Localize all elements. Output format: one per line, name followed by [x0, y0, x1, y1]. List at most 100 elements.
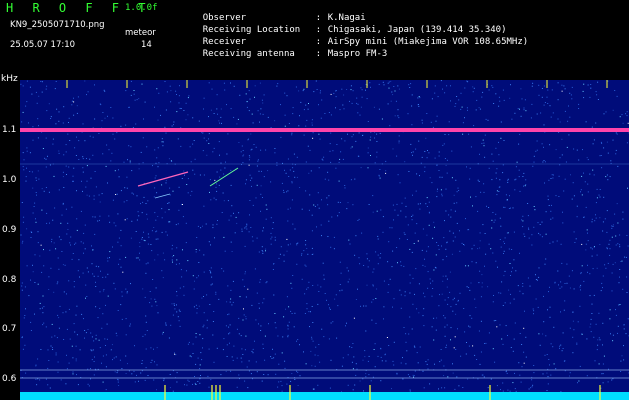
- noise-speck: [87, 383, 89, 385]
- noise-speck: [311, 119, 313, 121]
- noise-speck: [32, 139, 34, 141]
- noise-speck: [245, 183, 246, 185]
- noise-speck: [595, 217, 597, 219]
- noise-speck: [625, 333, 627, 335]
- noise-speck: [589, 173, 591, 175]
- noise-speck: [438, 305, 440, 307]
- noise-speck: [577, 382, 578, 384]
- noise-speck: [296, 176, 298, 178]
- noise-speck: [157, 238, 159, 240]
- noise-speck: [436, 164, 438, 166]
- noise-speck: [238, 317, 240, 319]
- noise-speck: [450, 327, 452, 329]
- noise-speck: [586, 375, 588, 377]
- noise-speck: [367, 152, 369, 154]
- noise-speck: [24, 315, 26, 316]
- noise-speck: [48, 289, 50, 290]
- noise-speck: [22, 240, 24, 242]
- noise-speck: [377, 355, 379, 357]
- noise-speck: [262, 252, 264, 254]
- noise-speck: [519, 190, 521, 192]
- noise-speck: [382, 231, 384, 233]
- noise-speck: [318, 133, 320, 135]
- noise-speck: [194, 158, 196, 160]
- noise-speck: [93, 340, 95, 342]
- noise-speck: [81, 180, 82, 182]
- noise-speck: [536, 149, 538, 151]
- noise-speck: [346, 267, 348, 269]
- noise-speck: [287, 158, 289, 160]
- noise-speck: [176, 111, 178, 113]
- noise-speck: [185, 222, 187, 224]
- y-tick: 1.0: [2, 175, 17, 185]
- noise-speck: [484, 343, 485, 344]
- noise-speck: [299, 187, 301, 188]
- noise-speck: [29, 171, 31, 172]
- noise-speck: [95, 334, 97, 336]
- noise-speck: [357, 103, 359, 105]
- noise-speck: [545, 211, 547, 213]
- noise-speck: [136, 374, 137, 376]
- noise-speck: [278, 363, 280, 365]
- noise-speck: [223, 338, 225, 340]
- noise-speck: [281, 385, 283, 387]
- noise-speck: [424, 296, 426, 298]
- noise-speck: [37, 118, 39, 120]
- noise-speck: [141, 238, 143, 240]
- noise-speck: [379, 177, 381, 179]
- noise-speck: [259, 82, 261, 84]
- noise-speck: [488, 167, 490, 169]
- noise-speck: [372, 195, 374, 197]
- noise-speck: [391, 227, 393, 229]
- noise-speck: [218, 141, 220, 143]
- noise-speck: [368, 260, 370, 262]
- noise-speck: [101, 120, 103, 122]
- noise-speck: [561, 286, 563, 288]
- noise-speck: [410, 143, 412, 145]
- noise-speck: [618, 282, 620, 284]
- noise-speck: [141, 363, 143, 364]
- noise-speck: [273, 263, 274, 265]
- noise-speck: [560, 391, 562, 393]
- noise-speck: [446, 278, 448, 280]
- noise-speck: [378, 175, 380, 177]
- noise-speck: [192, 117, 194, 119]
- noise-speck: [51, 241, 52, 243]
- noise-speck: [219, 176, 221, 178]
- noise-speck: [32, 271, 34, 273]
- noise-speck: [492, 252, 494, 254]
- noise-speck: [495, 260, 497, 262]
- noise-speck: [129, 325, 131, 327]
- noise-speck: [464, 117, 465, 119]
- noise-speck: [562, 332, 564, 334]
- noise-speck: [147, 262, 149, 264]
- noise-speck: [544, 161, 546, 163]
- noise-speck: [531, 234, 533, 236]
- noise-speck: [194, 376, 195, 377]
- noise-speck: [552, 241, 554, 243]
- noise-speck: [216, 183, 218, 185]
- noise-speck: [536, 279, 538, 281]
- noise-speck: [602, 287, 603, 289]
- noise-speck: [596, 188, 598, 190]
- noise-speck: [40, 349, 42, 350]
- noise-speck: [202, 326, 204, 328]
- noise-speck: [612, 340, 614, 342]
- noise-speck: [294, 176, 296, 178]
- noise-speck: [199, 334, 201, 336]
- noise-speck: [128, 370, 130, 372]
- noise-speck: [499, 100, 501, 102]
- noise-speck: [146, 330, 148, 331]
- noise-speck: [88, 385, 90, 387]
- noise-speck: [195, 336, 197, 338]
- noise-speck: [248, 231, 250, 233]
- noise-speck: [500, 225, 502, 227]
- noise-speck: [301, 278, 303, 280]
- noise-speck: [388, 345, 390, 346]
- noise-speck: [115, 332, 117, 334]
- noise-speck: [210, 244, 211, 246]
- noise-speck: [225, 161, 226, 163]
- noise-speck: [311, 214, 313, 216]
- noise-speck: [622, 211, 624, 213]
- noise-speck: [373, 268, 375, 270]
